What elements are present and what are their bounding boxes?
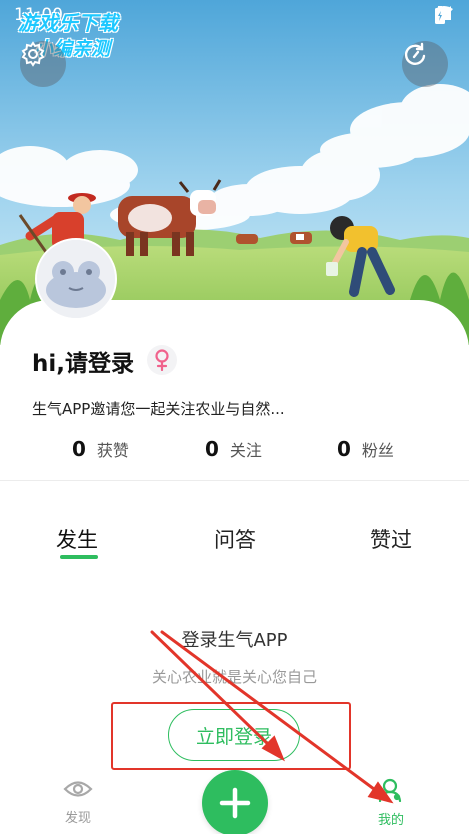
publish-button[interactable] — [202, 770, 268, 834]
empty-state-title: 登录生气APP — [181, 630, 288, 651]
watermark-line-1: 游戏乐下载 — [18, 11, 118, 35]
refresh-button[interactable] — [402, 41, 448, 87]
stat-count: 0 — [337, 437, 351, 461]
tab-liked[interactable]: 赞过 — [370, 524, 412, 554]
female-icon — [155, 349, 169, 371]
frog-avatar-icon — [37, 240, 115, 318]
plus-icon — [219, 787, 251, 819]
username[interactable]: hi,请登录 — [32, 344, 134, 378]
bio: 生气APP邀请您一起关注农业与自然... — [32, 400, 285, 418]
tab-qa[interactable]: 问答 — [214, 524, 256, 554]
gender-badge — [147, 345, 177, 375]
stat-count: 0 — [205, 437, 219, 461]
nav-discover-label: 发现 — [64, 811, 91, 826]
empty-state-subtitle: 关心农业就是关心您自己 — [151, 668, 317, 686]
stat-label: 获赞 — [96, 441, 129, 460]
stat-following[interactable]: 0 关注 — [205, 437, 262, 461]
nav-mine[interactable]: 我的 — [361, 778, 421, 828]
annotation-highlight-box — [111, 702, 351, 770]
stat-label: 粉丝 — [361, 441, 394, 460]
nav-mine-label: 我的 — [377, 813, 404, 828]
nav-discover[interactable]: 发现 — [48, 778, 108, 826]
stat-label: 关注 — [229, 441, 262, 460]
avatar[interactable] — [35, 238, 117, 320]
section-divider — [0, 480, 469, 481]
stat-likes[interactable]: 0 获赞 — [72, 437, 129, 461]
user-icon — [378, 778, 402, 803]
tab-posts[interactable]: 发生 — [56, 524, 98, 554]
refresh-icon — [404, 42, 426, 65]
eye-icon — [63, 781, 93, 797]
stat-fans[interactable]: 0 粉丝 — [337, 437, 394, 461]
settings-button[interactable] — [20, 41, 66, 87]
stat-count: 0 — [72, 437, 86, 461]
battery-icon — [435, 6, 445, 24]
profile-stats: 0 获赞 0 关注 0 粉丝 — [0, 437, 469, 467]
gear-icon — [21, 41, 45, 67]
active-tab-indicator — [60, 555, 98, 559]
